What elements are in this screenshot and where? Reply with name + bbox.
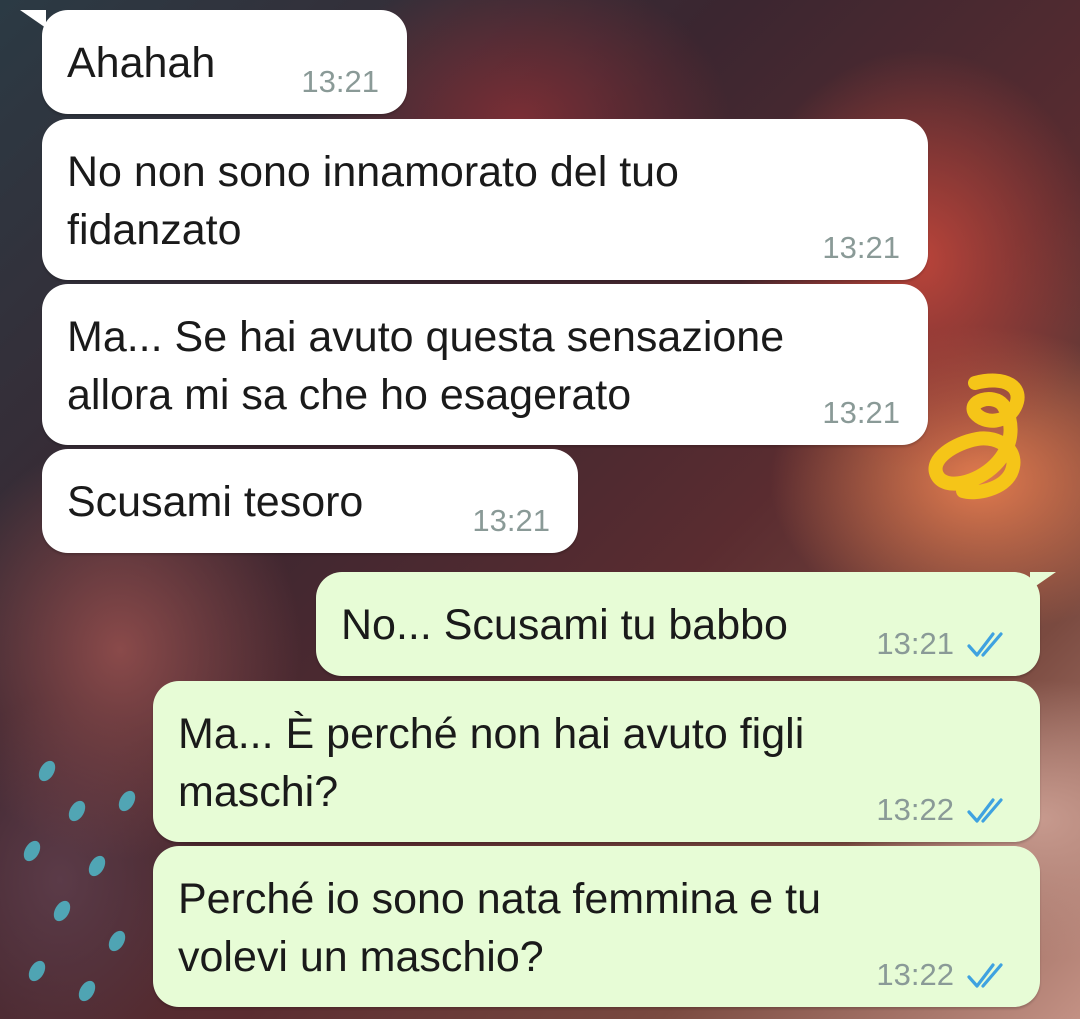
message-meta: 13:21 xyxy=(822,395,900,431)
message-text: Ahahah xyxy=(67,39,216,87)
handwritten-eight-icon xyxy=(928,373,1025,500)
message-time: 13:21 xyxy=(822,395,900,430)
read-ticks-icon xyxy=(967,963,1003,988)
message-meta: 13:21 xyxy=(822,230,900,266)
message-meta: 13:21 xyxy=(472,503,550,539)
incoming-bubble-tail xyxy=(20,10,46,28)
message-meta: 13:21 xyxy=(876,626,1012,662)
message-text: Ma... È perché non hai avuto figli masch… xyxy=(178,710,805,816)
message-time: 13:21 xyxy=(472,503,550,538)
read-ticks-icon xyxy=(967,632,1003,657)
message-time: 13:21 xyxy=(301,64,379,99)
message-incoming[interactable]: Ma... Se hai avuto questa sensazione all… xyxy=(42,284,928,445)
message-outgoing[interactable]: No... Scusami tu babbo 13:21 xyxy=(316,572,1040,676)
message-outgoing[interactable]: Ma... È perché non hai avuto figli masch… xyxy=(153,681,1040,842)
message-text: Scusami tesoro xyxy=(67,478,364,526)
message-text: No non sono innamorato del tuo fidanzato xyxy=(67,148,679,254)
message-meta: 13:21 xyxy=(301,64,379,100)
read-ticks-icon xyxy=(967,798,1003,823)
message-incoming[interactable]: No non sono innamorato del tuo fidanzato… xyxy=(42,119,928,280)
message-time: 13:22 xyxy=(876,957,954,992)
message-time: 13:22 xyxy=(876,792,954,827)
message-incoming[interactable]: Scusami tesoro 13:21 xyxy=(42,449,578,553)
message-meta: 13:22 xyxy=(876,792,1012,828)
message-text: Ma... Se hai avuto questa sensazione all… xyxy=(67,313,785,419)
message-time: 13:21 xyxy=(876,626,954,661)
message-text: Perché io sono nata femmina e tu volevi … xyxy=(178,875,821,981)
message-meta: 13:22 xyxy=(876,957,1012,993)
message-outgoing[interactable]: Perché io sono nata femmina e tu volevi … xyxy=(153,846,1040,1007)
message-time: 13:21 xyxy=(822,230,900,265)
message-text: No... Scusami tu babbo xyxy=(341,601,788,649)
message-incoming[interactable]: Ahahah 13:21 xyxy=(42,10,407,114)
